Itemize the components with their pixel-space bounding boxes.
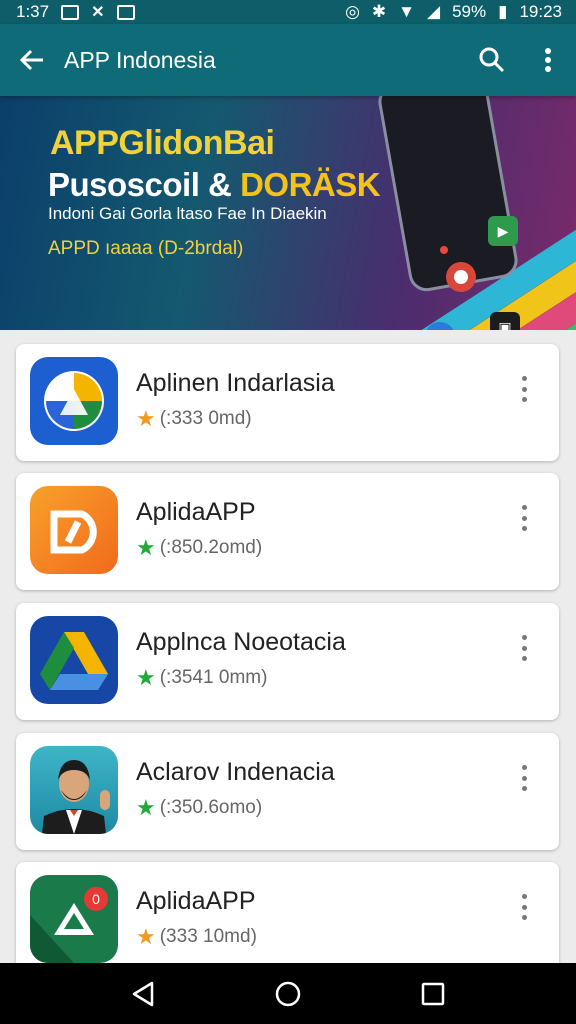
nav-recents-icon: [422, 982, 445, 1005]
more-options-button[interactable]: [520, 24, 576, 96]
system-nav-bar: [0, 963, 576, 1024]
app-card[interactable]: AplidaAPP ★ (:850.2omd): [16, 473, 559, 590]
chrome-badge-icon: [446, 262, 476, 292]
app-more-button[interactable]: [519, 635, 529, 661]
app-rating: ★ (:333 0md): [136, 406, 252, 432]
status-time: 1:37: [16, 2, 50, 21]
search-button[interactable]: [464, 24, 520, 96]
star-icon: ★: [136, 535, 156, 560]
banner-title: Pusoscoil & DORÄSK: [48, 166, 381, 204]
x-notification-icon: ✕: [91, 4, 105, 21]
status-clock: 19:23: [519, 2, 562, 21]
back-button[interactable]: [0, 24, 64, 96]
page-title: APP Indonesia: [64, 46, 216, 73]
app-card[interactable]: Aplinen Indarlasia ★ (:333 0md): [16, 344, 559, 461]
bluetooth-icon: ✱: [371, 2, 387, 21]
arrow-back-icon: [19, 49, 43, 71]
rating-count: (:333 0md): [159, 408, 252, 429]
nav-home-button[interactable]: [258, 963, 318, 1024]
app-rating: ★ (:350.6omo): [136, 795, 262, 821]
green-red-app-icon: 0: [30, 875, 118, 963]
banner-tagline: APPD ıaaaa (D-2brdal): [48, 238, 244, 259]
rating-count: (:850.2omd): [159, 537, 263, 558]
promo-banner[interactable]: ▶ ▣ APPGlidonBai Pusoscoil & DORÄSK Indo…: [0, 96, 576, 330]
app-more-button[interactable]: [519, 894, 529, 920]
app-more-button[interactable]: [519, 505, 529, 531]
phone-illustration: [375, 96, 521, 294]
app-name: Aclarov Indenacia: [136, 758, 335, 786]
app-card[interactable]: Applnca Noeotacia ★ (:3541 0mm): [16, 603, 559, 720]
nav-back-icon: [132, 981, 153, 1006]
banner-title-part1: Pusoscoil &: [48, 166, 241, 203]
app-card[interactable]: 0 AplidaAPP ★ (333 10md): [16, 862, 559, 972]
wifi-icon: ▼: [398, 2, 415, 21]
play-badge-icon: ▶: [488, 216, 518, 246]
app-name: Aplinen Indarlasia: [136, 369, 335, 397]
drive-triangle-icon: [30, 616, 118, 704]
app-more-button[interactable]: [519, 765, 529, 791]
search-icon: [479, 47, 505, 73]
app-name: AplidaAPP: [136, 498, 256, 526]
orange-app-icon: [30, 486, 118, 574]
signal-icon: ◢: [426, 2, 441, 21]
app-toolbar: APP Indonesia: [0, 24, 576, 96]
app-rating: ★ (333 10md): [136, 924, 257, 950]
app-name: Applnca Noeotacia: [136, 628, 346, 656]
battery-percent: 59%: [452, 2, 487, 21]
image-notification-icon: [116, 4, 135, 20]
star-icon: ★: [136, 665, 156, 690]
status-bar: 1:37 ✕ ◎ ✱ ▼ ◢ 59% ▮ 19:23: [0, 0, 576, 24]
nav-back-button[interactable]: [113, 963, 173, 1024]
banner-dot: [440, 246, 448, 254]
rating-count: (:350.6omo): [159, 797, 263, 818]
cube-badge-icon: ▣: [490, 312, 520, 330]
rating-count: (:3541 0mm): [159, 667, 268, 688]
banner-title-part2: DORÄSK: [240, 166, 381, 203]
rating-count: (333 10md): [159, 926, 257, 947]
banner-headline: APPGlidonBai: [50, 124, 275, 162]
star-icon: ★: [136, 924, 156, 949]
app-more-button[interactable]: [519, 376, 529, 402]
star-icon: ★: [136, 406, 156, 431]
app-name: AplidaAPP: [136, 887, 256, 915]
app-rating: ★ (:850.2omd): [136, 535, 262, 561]
banner-subtitle: Indoni Gai Gorla ltaso Fae In Diaekin: [48, 204, 327, 223]
more-vert-icon: [545, 48, 551, 72]
nav-recents-button[interactable]: [403, 963, 463, 1024]
avatar-man-icon: [30, 746, 118, 834]
drive-blue-icon: [30, 357, 118, 445]
gallery-notification-icon: [61, 4, 80, 20]
battery-icon: ▮: [498, 2, 508, 21]
nav-home-icon: [275, 981, 301, 1006]
nfc-icon: ◎: [345, 2, 360, 21]
app-card[interactable]: Aclarov Indenacia ★ (:350.6omo): [16, 733, 559, 850]
star-icon: ★: [136, 795, 156, 820]
app-rating: ★ (:3541 0mm): [136, 665, 267, 691]
svg-text:0: 0: [92, 891, 100, 907]
